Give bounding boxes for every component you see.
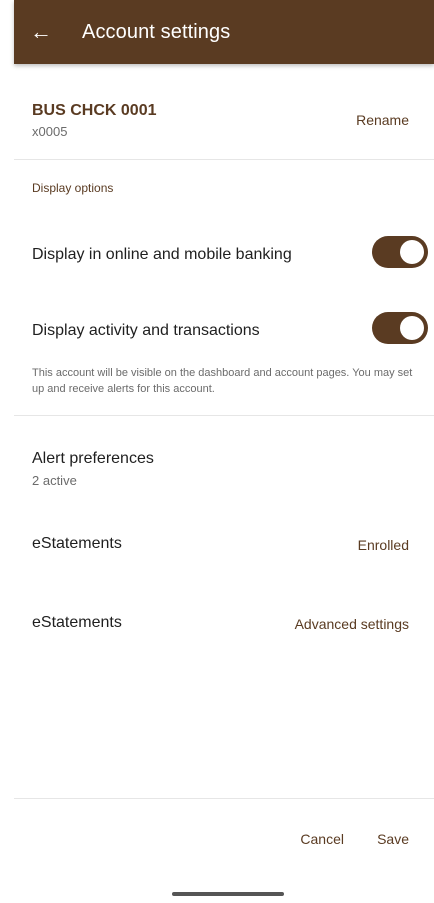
alert-preferences-title[interactable]: Alert preferences — [32, 450, 154, 468]
toggle-knob — [400, 240, 424, 264]
cancel-button[interactable]: Cancel — [300, 831, 344, 847]
account-settings-screen: ← Account settings BUS CHCK 0001 x0005 R… — [14, 0, 434, 903]
home-indicator[interactable] — [172, 892, 284, 896]
toggle-label: Display activity and transactions — [32, 322, 260, 339]
toggle-row-activity: Display activity and transactions — [14, 312, 434, 348]
page-title: Account settings — [82, 20, 231, 43]
display-online-mobile-toggle[interactable] — [372, 236, 428, 268]
toggle-knob — [400, 316, 424, 340]
display-helper-text: This account will be visible on the dash… — [32, 367, 413, 395]
back-arrow-icon[interactable]: ← — [14, 0, 68, 64]
section-divider — [14, 415, 434, 416]
display-activity-toggle[interactable] — [372, 312, 428, 344]
toggle-row-online-mobile: Display in online and mobile banking — [14, 236, 434, 272]
toggle-label: Display in online and mobile banking — [32, 246, 292, 263]
estatements-label: eStatements — [32, 614, 122, 631]
alert-preferences-count: 2 active — [32, 473, 77, 488]
rename-button[interactable]: Rename — [356, 112, 409, 128]
account-name: BUS CHCK 0001 — [32, 102, 157, 119]
estatements-enrolled-row: eStatements Enrolled — [14, 535, 434, 559]
display-options-label: Display options — [32, 181, 114, 195]
advanced-settings-link[interactable]: Advanced settings — [295, 616, 409, 632]
estatements-label: eStatements — [32, 535, 122, 552]
footer-divider — [14, 798, 434, 799]
account-info-row: BUS CHCK 0001 x0005 Rename — [14, 64, 434, 160]
estatements-enrolled-link[interactable]: Enrolled — [358, 537, 409, 553]
account-number: x0005 — [32, 124, 68, 139]
estatements-advanced-row: eStatements Advanced settings — [14, 614, 434, 638]
save-button[interactable]: Save — [377, 831, 409, 847]
app-bar: ← Account settings — [14, 0, 434, 64]
screen-edge — [0, 0, 15, 903]
